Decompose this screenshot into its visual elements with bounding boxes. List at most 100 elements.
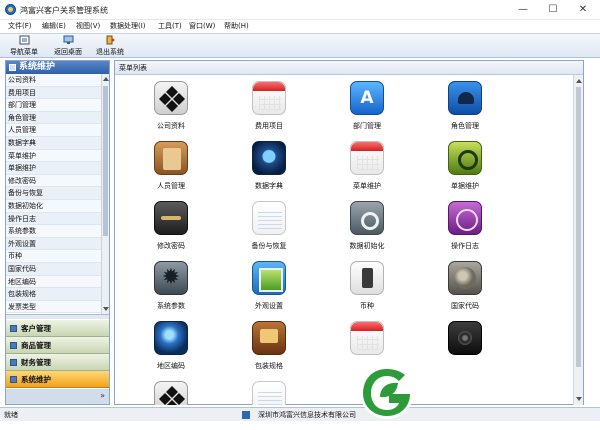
menu-tile[interactable]: 包装规格 bbox=[229, 321, 309, 379]
menu-tile[interactable]: 国家代码 bbox=[425, 261, 505, 319]
menu-edit[interactable]: 编辑(E) bbox=[42, 21, 66, 31]
menu-tile[interactable]: 币种 bbox=[327, 261, 407, 319]
calendar-icon[interactable] bbox=[252, 81, 286, 115]
sidebar-scroll-thumb[interactable] bbox=[103, 86, 108, 236]
menu-tile[interactable]: 数据初始化 bbox=[327, 201, 407, 259]
sidebar-item[interactable]: 备份与恢复 bbox=[6, 187, 101, 200]
menu-tile[interactable]: 角色管理 bbox=[425, 81, 505, 139]
sidebar-item[interactable]: 人员管理 bbox=[6, 124, 101, 137]
sidebar-item[interactable]: 发票类型 bbox=[6, 300, 101, 314]
menu-tile[interactable]: 地区编码 bbox=[131, 321, 211, 379]
black-diamond-icon[interactable] bbox=[154, 381, 188, 405]
sidebar-item[interactable]: 修改密码 bbox=[6, 174, 101, 188]
section-product-management[interactable]: 商品管理 bbox=[6, 337, 109, 354]
menu-tile[interactable] bbox=[131, 381, 211, 405]
sidebar-item[interactable]: 菜单维护 bbox=[6, 149, 101, 163]
section-icon bbox=[10, 342, 17, 349]
nav-menu-button[interactable]: 导航菜单 bbox=[4, 35, 44, 58]
people-icon[interactable] bbox=[448, 81, 482, 115]
section-customer-management[interactable]: 客户管理 bbox=[6, 320, 109, 337]
map-icon[interactable] bbox=[448, 261, 482, 295]
sidebar-item[interactable]: 操作日志 bbox=[6, 212, 101, 226]
sidebar-item[interactable]: 部门管理 bbox=[6, 99, 101, 112]
sidebar-item[interactable]: 公司资料 bbox=[6, 74, 101, 87]
key-icon[interactable] bbox=[154, 201, 188, 235]
menu-file[interactable]: 文件(F) bbox=[8, 21, 32, 31]
menu-tile[interactable]: 系统参数 bbox=[131, 261, 211, 319]
menu-tile[interactable] bbox=[229, 381, 309, 405]
menu-tile-label: 外观设置 bbox=[255, 302, 283, 310]
menu-list-panel: 菜单列表 公司资料 费用项目 部门管理 角色管理人员管理 数据字典 菜单维护 单据维护修改密… bbox=[114, 60, 584, 405]
chevron-right-icon[interactable]: » bbox=[100, 391, 105, 400]
sidebar-item[interactable]: 数据字典 bbox=[6, 136, 101, 150]
menu-tile[interactable]: 外观设置 bbox=[229, 261, 309, 319]
gear-icon[interactable] bbox=[154, 261, 188, 295]
menu-window[interactable]: 窗口(W) bbox=[189, 21, 215, 31]
menu-tile[interactable]: 修改密码 bbox=[131, 201, 211, 259]
section-finance-management[interactable]: 财务管理 bbox=[6, 354, 109, 371]
exit-system-button[interactable]: 退出系统 bbox=[90, 35, 130, 58]
section-icon bbox=[10, 359, 17, 366]
brown-app-icon[interactable] bbox=[252, 321, 286, 355]
menu-tile[interactable] bbox=[425, 321, 505, 379]
sidebar-item[interactable]: 角色管理 bbox=[6, 111, 101, 125]
sidebar-item[interactable]: 单据维护 bbox=[6, 162, 101, 175]
menu-tile-grid: 公司资料 费用项目 部门管理 角色管理人员管理 数据字典 菜单维护 单据维护修改密码 备份与恢… bbox=[115, 75, 573, 405]
notebook-icon[interactable] bbox=[252, 201, 286, 235]
maximize-button[interactable]: ☐ bbox=[538, 2, 568, 18]
black-diamond-icon[interactable] bbox=[154, 81, 188, 115]
sidebar-item[interactable]: 币种 bbox=[6, 250, 101, 263]
calendar-icon[interactable] bbox=[350, 321, 384, 355]
steam-icon[interactable] bbox=[350, 201, 384, 235]
minimize-button[interactable]: — bbox=[508, 2, 538, 18]
notebook-icon[interactable] bbox=[252, 381, 286, 405]
close-button[interactable]: ✕ bbox=[568, 2, 598, 18]
menu-tile[interactable]: 单据维护 bbox=[425, 141, 505, 199]
scroll-down-arrow-icon[interactable] bbox=[103, 307, 109, 311]
address-book-icon[interactable] bbox=[154, 141, 188, 175]
sidebar-scrollbar[interactable] bbox=[101, 74, 109, 314]
menu-tile[interactable]: 公司资料 bbox=[131, 81, 211, 139]
app-window: 鸿富兴客户关系管理系统 — ☐ ✕ 文件(F) 编辑(E) 视图(V) 数据处理… bbox=[0, 0, 600, 430]
menu-tile[interactable]: 部门管理 bbox=[327, 81, 407, 139]
menu-tools[interactable]: 工具(T) bbox=[158, 21, 182, 31]
app-store-icon[interactable] bbox=[350, 81, 384, 115]
speaker-icon[interactable] bbox=[448, 321, 482, 355]
sidebar-item[interactable]: 地区编码 bbox=[6, 275, 101, 289]
headphones-icon[interactable] bbox=[448, 141, 482, 175]
calendar-icon[interactable] bbox=[350, 141, 384, 175]
menu-tile[interactable]: 菜单维护 bbox=[327, 141, 407, 199]
picture-frame-icon[interactable] bbox=[252, 261, 286, 295]
menu-tile[interactable]: 操作日志 bbox=[425, 201, 505, 259]
menu-tile-label: 部门管理 bbox=[353, 122, 381, 130]
sidebar-item[interactable]: 国家代码 bbox=[6, 262, 101, 276]
scroll-up-arrow-icon[interactable] bbox=[103, 77, 109, 81]
menu-tile[interactable]: 数据字典 bbox=[229, 141, 309, 199]
panel-scrollbar[interactable] bbox=[573, 75, 583, 405]
sidebar-item[interactable]: 系统参数 bbox=[6, 225, 101, 238]
scroll-up-arrow-icon[interactable] bbox=[576, 79, 582, 83]
earth-icon[interactable] bbox=[154, 321, 188, 355]
back-desktop-button[interactable]: 返回桌面 bbox=[48, 35, 88, 58]
menu-bar: 文件(F) 编辑(E) 视图(V) 数据处理(I) 工具(T) 窗口(W) 帮助… bbox=[0, 20, 600, 33]
section-icon bbox=[10, 325, 17, 332]
sidebar-item[interactable]: 包装规格 bbox=[6, 288, 101, 301]
sidebar-item[interactable]: 数据初始化 bbox=[6, 199, 101, 213]
sidebar-item[interactable]: 费用项目 bbox=[6, 86, 101, 100]
menu-view[interactable]: 视图(V) bbox=[76, 21, 100, 31]
section-system-maintenance[interactable]: 系统维护 bbox=[6, 371, 109, 388]
sidebar-item[interactable]: 外观设置 bbox=[6, 237, 101, 251]
sidebar-splitter[interactable] bbox=[6, 314, 109, 319]
menu-tile[interactable]: 费用项目 bbox=[229, 81, 309, 139]
panel-scroll-thumb[interactable] bbox=[576, 87, 581, 367]
menu-tile[interactable]: 备份与恢复 bbox=[229, 201, 309, 259]
menu-tile[interactable]: 人员管理 bbox=[131, 141, 211, 199]
switch-icon[interactable] bbox=[350, 261, 384, 295]
menu-help[interactable]: 帮助(H) bbox=[224, 21, 249, 31]
clock-icon[interactable] bbox=[448, 201, 482, 235]
menu-tile-label: 修改密码 bbox=[157, 242, 185, 250]
menu-data-processing[interactable]: 数据处理(I) bbox=[110, 21, 146, 31]
scroll-down-arrow-icon[interactable] bbox=[576, 397, 582, 401]
panel-title: 菜单列表 bbox=[115, 61, 583, 75]
globe-icon[interactable] bbox=[252, 141, 286, 175]
